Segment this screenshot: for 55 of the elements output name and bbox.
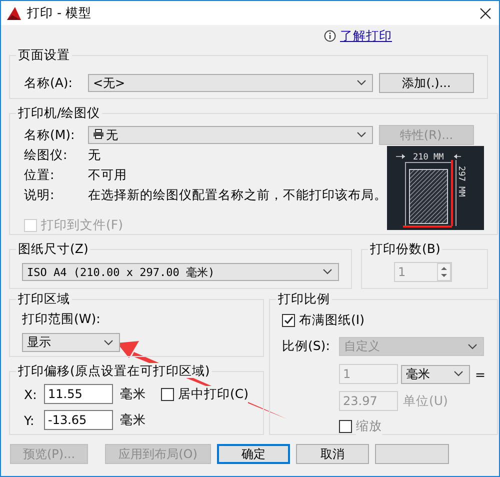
- caret-icon: [468, 344, 477, 350]
- dialog-button[interactable]: 确定: [217, 444, 290, 464]
- group-title: 页面设置: [18, 47, 70, 62]
- checkbox[interactable]: [161, 388, 174, 400]
- help-link[interactable]: 了解打印: [340, 28, 392, 44]
- group-title: 打印机/绘图仪: [18, 105, 100, 120]
- field-label: 名称(A):: [24, 74, 74, 92]
- info-label: 说明:: [24, 186, 56, 204]
- checkbox[interactable]: [282, 314, 295, 327]
- printer-dropdown[interactable]: 无: [88, 126, 373, 144]
- spinner-arrows-icon[interactable]: [437, 263, 451, 281]
- info-value: 在选择新的绘图仪配置名称之前，不能打印该布局。: [88, 186, 387, 204]
- group-title: 图纸尺寸(Z): [18, 241, 88, 256]
- group-title: 打印偏移(原点设置在可打印区域): [18, 363, 210, 378]
- checkbox-label: 布满图纸(I): [299, 312, 364, 329]
- info-icon: [324, 30, 336, 42]
- info-value: 不可用: [88, 166, 127, 184]
- checkbox-label: 缩放: [356, 418, 382, 435]
- equals-sign: =: [475, 366, 486, 382]
- dimension-label: 210 MM: [413, 152, 444, 162]
- page-setup-dropdown[interactable]: <无>: [88, 74, 373, 92]
- caret-icon: [104, 340, 113, 346]
- paper-size-dropdown[interactable]: ISO A4 (210.00 x 297.00 毫米): [22, 263, 339, 281]
- printer-icon: [93, 128, 104, 138]
- field-label: X:: [24, 386, 38, 402]
- plot-range-dropdown[interactable]: 显示: [22, 333, 120, 352]
- info-value: 无: [88, 146, 101, 164]
- offset-input[interactable]: -13.65: [44, 410, 113, 430]
- app-logo-icon: [6, 6, 22, 20]
- unit-label: 毫米: [120, 386, 146, 402]
- checkbox-label: 打印到文件(F): [41, 217, 123, 234]
- checkbox-label: 居中打印(C): [178, 386, 248, 402]
- dialog-button[interactable]: 添加(.)...: [379, 73, 474, 93]
- info-label: 绘图仪:: [24, 146, 68, 164]
- info-label: 位置:: [24, 166, 56, 184]
- dimension-label: 297 MM: [456, 166, 466, 197]
- unit-dropdown[interactable]: 毫米: [401, 364, 470, 384]
- unit-label: 毫米: [120, 412, 146, 428]
- caret-icon: [357, 132, 366, 138]
- unit-label: 单位(U): [403, 392, 448, 410]
- field-label: 打印范围(W):: [22, 311, 102, 328]
- group-title: 打印比例: [278, 291, 330, 306]
- checkbox[interactable]: [339, 420, 352, 433]
- caret-icon: [454, 371, 463, 377]
- close-icon[interactable]: [480, 8, 491, 18]
- dialog-button[interactable]: 取消: [296, 444, 369, 464]
- offset-input[interactable]: 11.55: [44, 384, 113, 404]
- field-label: 比例(S):: [282, 338, 331, 355]
- field-label: Y:: [24, 412, 36, 428]
- group-title: 打印区域: [18, 291, 70, 306]
- caret-icon: [323, 269, 332, 275]
- group-title: 打印份数(B): [370, 241, 440, 256]
- caret-icon: [357, 80, 366, 86]
- window-title: 打印 - 模型: [27, 4, 92, 22]
- field-label: 名称(M):: [24, 126, 76, 144]
